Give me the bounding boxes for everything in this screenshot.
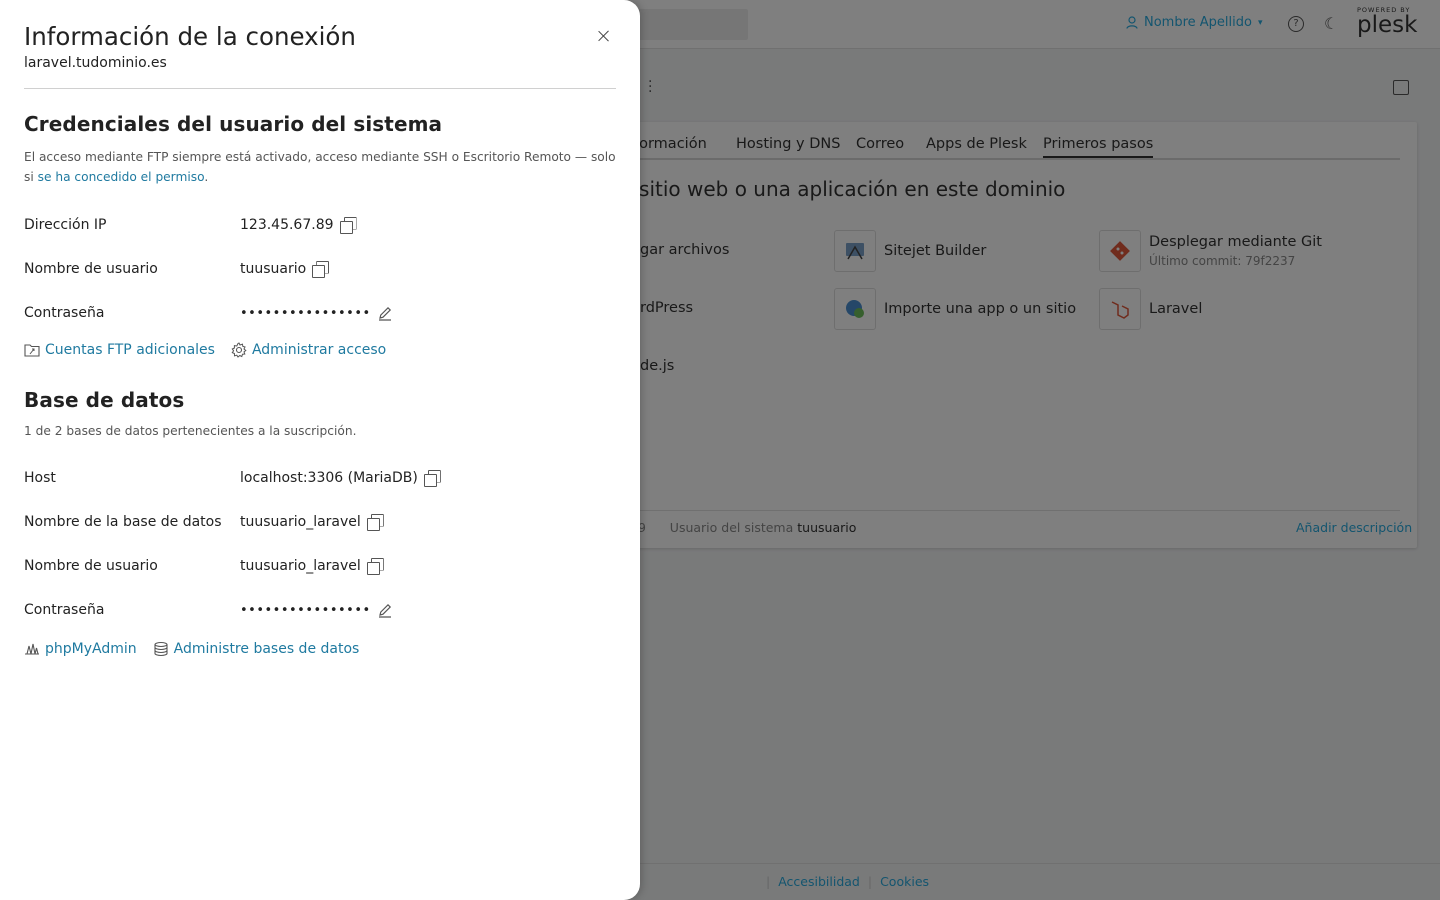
host-label: Host xyxy=(24,470,56,486)
database-description: 1 de 2 bases de datos pertenecientes a l… xyxy=(24,424,357,438)
ftp-accounts-link[interactable]: Cuentas FTP adicionales xyxy=(24,342,215,358)
phpmyadmin-icon xyxy=(25,643,39,655)
copy-icon[interactable] xyxy=(366,514,384,531)
username-label: Nombre de usuario xyxy=(24,261,158,277)
copy-icon[interactable] xyxy=(312,261,329,278)
database-title: Base de datos xyxy=(24,388,185,412)
db-password-row: Contraseña •••••••••••••••• xyxy=(24,588,616,632)
password-label: Contraseña xyxy=(24,305,105,321)
gear-icon xyxy=(231,342,247,358)
password-value: •••••••••••••••• xyxy=(240,305,371,321)
pencil-icon[interactable] xyxy=(377,602,393,618)
db-password-label: Contraseña xyxy=(24,602,105,618)
host-value: localhost:3306 (MariaDB) xyxy=(240,470,418,486)
db-password-value: •••••••••••••••• xyxy=(240,602,371,618)
drawer-subtitle: laravel.tudominio.es xyxy=(24,55,167,71)
phpmyadmin-link[interactable]: phpMyAdmin xyxy=(24,641,137,657)
dbname-value: tuusuario_laravel xyxy=(240,514,361,530)
dbname-label: Nombre de la base de datos xyxy=(24,514,222,530)
manage-databases-link[interactable]: Administre bases de datos xyxy=(153,641,359,657)
manage-access-link[interactable]: Administrar acceso xyxy=(231,342,386,358)
dbname-row: Nombre de la base de datos tuusuario_lar… xyxy=(24,500,616,544)
close-button[interactable] xyxy=(596,28,612,44)
header-divider xyxy=(24,88,616,89)
db-username-label: Nombre de usuario xyxy=(24,558,158,574)
ip-label: Dirección IP xyxy=(24,217,107,233)
db-username-row: Nombre de usuario tuusuario_laravel xyxy=(24,544,616,588)
username-value: tuusuario xyxy=(240,261,307,277)
database-icon xyxy=(154,641,168,657)
username-row: Nombre de usuario tuusuario xyxy=(24,247,616,291)
database-links: phpMyAdmin Administre bases de datos xyxy=(24,638,616,660)
system-credentials-title: Credenciales del usuario del sistema xyxy=(24,112,443,136)
copy-icon[interactable] xyxy=(366,558,384,575)
copy-icon[interactable] xyxy=(339,217,357,234)
host-row: Host localhost:3306 (MariaDB) xyxy=(24,456,616,500)
connection-info-drawer: Información de la conexión laravel.tudom… xyxy=(0,0,640,900)
password-row: Contraseña •••••••••••••••• xyxy=(24,291,616,335)
system-links: Cuentas FTP adicionales Administrar acce… xyxy=(24,339,616,361)
drawer-title: Información de la conexión xyxy=(24,22,356,51)
copy-icon[interactable] xyxy=(423,470,441,487)
folder-icon xyxy=(24,344,40,357)
pencil-icon[interactable] xyxy=(377,305,393,321)
ip-value: 123.45.67.89 xyxy=(240,217,334,233)
db-username-value: tuusuario_laravel xyxy=(240,558,361,574)
permission-link[interactable]: se ha concedido el permiso xyxy=(38,170,205,184)
system-credentials-description: El acceso mediante FTP siempre está acti… xyxy=(24,150,616,184)
ip-row: Dirección IP 123.45.67.89 xyxy=(24,203,616,247)
